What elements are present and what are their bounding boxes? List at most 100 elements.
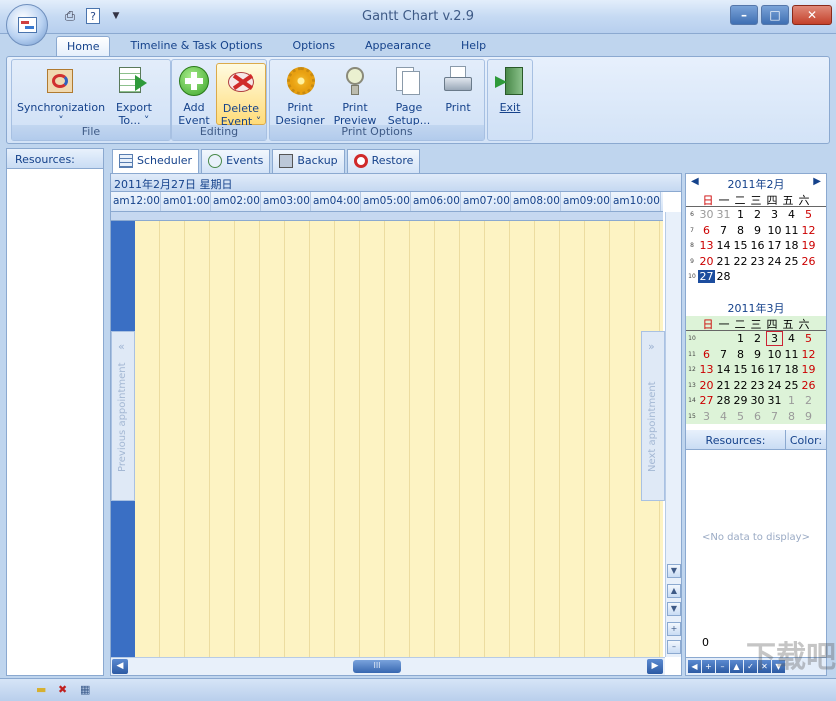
calendar-day[interactable]: 4	[715, 410, 732, 423]
calendar-day[interactable]: 1	[732, 332, 749, 345]
pdf-icon[interactable]: ✖	[58, 683, 72, 697]
minimize-button[interactable]: –	[730, 5, 758, 25]
calendar-day[interactable]: 30	[749, 394, 766, 407]
tab-timeline-task-options[interactable]: Timeline & Task Options	[120, 36, 272, 57]
calendar-day[interactable]: 22	[732, 379, 749, 392]
zoom-out-icon[interactable]: –	[667, 640, 681, 654]
calendar-day[interactable]: 30	[698, 208, 715, 221]
tab-options[interactable]: Options	[283, 36, 345, 57]
scroll-right-icon[interactable]: ▶	[647, 659, 663, 674]
color-column-header[interactable]: Color:	[786, 430, 826, 449]
calendar-day[interactable]: 20	[698, 255, 715, 268]
zoom-in-icon[interactable]: +	[667, 622, 681, 636]
print-preview-button[interactable]: Print Preview	[330, 63, 380, 127]
tab-appearance[interactable]: Appearance	[355, 36, 441, 57]
calendar-day[interactable]: 11	[783, 348, 800, 361]
calendar-day[interactable]: 24	[766, 379, 783, 392]
tab-restore[interactable]: Restore	[346, 149, 421, 173]
next-month-icon[interactable]: ▶	[813, 176, 821, 187]
print-button[interactable]: Print	[436, 63, 480, 125]
nav-add-icon[interactable]: +	[702, 660, 715, 673]
calendar-day[interactable]: 8	[783, 410, 800, 423]
calendar-day[interactable]: 23	[749, 255, 766, 268]
calendar-day[interactable]: 10	[766, 224, 783, 237]
maximize-button[interactable]: □	[761, 5, 789, 25]
calendar-day[interactable]: 4	[783, 332, 800, 345]
export-to-button[interactable]: Export To... ˅	[110, 63, 158, 127]
calendar-day[interactable]: 27	[698, 270, 715, 284]
calendar-day[interactable]: 22	[732, 255, 749, 268]
application-menu-button[interactable]	[6, 4, 48, 46]
calendar-day[interactable]: 12	[800, 224, 817, 237]
calendar-day[interactable]: 24	[766, 255, 783, 268]
time-grid[interactable]	[135, 221, 663, 657]
calendar-day[interactable]: 2	[749, 208, 766, 221]
calendar-day[interactable]: 16	[749, 363, 766, 376]
calendar-day[interactable]: 19	[800, 239, 817, 252]
calendar-day[interactable]: 10	[766, 348, 783, 361]
calendar-day[interactable]: 25	[783, 255, 800, 268]
scroll-top-icon[interactable]: ▲	[667, 584, 681, 598]
scroll-down-icon[interactable]: ▼	[667, 564, 681, 578]
calendar-day[interactable]: 29	[732, 394, 749, 407]
calendar-day[interactable]: 5	[732, 410, 749, 423]
calendar-day[interactable]: 23	[749, 379, 766, 392]
calendar-day[interactable]: 6	[698, 348, 715, 361]
calendar-day[interactable]: 9	[800, 410, 817, 423]
calendar-day[interactable]: 17	[766, 239, 783, 252]
calendar-day[interactable]: 13	[698, 363, 715, 376]
calendar-day[interactable]: 4	[783, 208, 800, 221]
calendar-day[interactable]: 9	[749, 224, 766, 237]
calendar-day[interactable]: 8	[732, 224, 749, 237]
calendar-day[interactable]: 11	[783, 224, 800, 237]
calendar-day[interactable]: 31	[715, 208, 732, 221]
calendar-day[interactable]: 31	[766, 394, 783, 407]
calendar-day[interactable]: 8	[732, 348, 749, 361]
resources-column-header[interactable]: Resources:	[686, 430, 786, 449]
calendar-day[interactable]: 13	[698, 239, 715, 252]
folder-icon[interactable]: ▬	[36, 683, 50, 697]
calendar-day[interactable]: 28	[715, 270, 732, 283]
calendar-day[interactable]: 17	[766, 363, 783, 376]
calendar-day[interactable]: 19	[800, 363, 817, 376]
nav-up-icon[interactable]: ▲	[730, 660, 743, 673]
tab-events[interactable]: Events	[201, 149, 271, 173]
calendar-day[interactable]: 5	[800, 208, 817, 221]
calendar-day[interactable]: 1	[783, 394, 800, 407]
page-setup-button[interactable]: Page Setup...	[384, 63, 434, 127]
calendar-day[interactable]: 28	[715, 394, 732, 407]
calendar-day[interactable]: 3	[766, 331, 783, 347]
calendar-day[interactable]: 6	[698, 224, 715, 237]
calendar-day[interactable]: 20	[698, 379, 715, 392]
exit-button[interactable]: Exit	[490, 63, 530, 125]
calendar-day[interactable]: 21	[715, 255, 732, 268]
close-button[interactable]: ✕	[792, 5, 832, 25]
network-icon[interactable]: ▦	[80, 683, 94, 697]
calendar-day[interactable]: 27	[698, 394, 715, 407]
scroll-bottom-icon[interactable]: ▼	[667, 602, 681, 616]
nav-remove-icon[interactable]: –	[716, 660, 729, 673]
vertical-scrollbar[interactable]: ▼ ▲ ▼ + –	[665, 212, 681, 657]
calendar-day[interactable]: 3	[698, 410, 715, 423]
prev-month-icon[interactable]: ◀	[691, 176, 699, 187]
tab-backup[interactable]: Backup	[272, 149, 345, 173]
tab-scheduler[interactable]: Scheduler	[112, 149, 200, 173]
scroll-thumb[interactable]: III	[353, 660, 401, 673]
calendar-day[interactable]: 6	[749, 410, 766, 423]
calendar-day[interactable]: 9	[749, 348, 766, 361]
tab-home[interactable]: Home	[56, 36, 111, 57]
synchronization-button[interactable]: Synchronization ˅	[16, 63, 106, 127]
calendar-day[interactable]: 14	[715, 239, 732, 252]
calendar-day[interactable]: 18	[783, 239, 800, 252]
calendar-day[interactable]: 7	[715, 348, 732, 361]
delete-event-button[interactable]: Delete Event ˅	[216, 63, 266, 128]
calendar-day[interactable]: 15	[732, 363, 749, 376]
calendar-day[interactable]: 25	[783, 379, 800, 392]
calendar-day[interactable]: 26	[800, 255, 817, 268]
next-appointment-button[interactable]: » Next appointment	[641, 331, 665, 501]
calendar-day[interactable]: 7	[715, 224, 732, 237]
calendar-day[interactable]: 3	[766, 208, 783, 221]
calendar-day[interactable]: 2	[800, 394, 817, 407]
calendar-day[interactable]: 15	[732, 239, 749, 252]
tab-help[interactable]: Help	[451, 36, 496, 57]
